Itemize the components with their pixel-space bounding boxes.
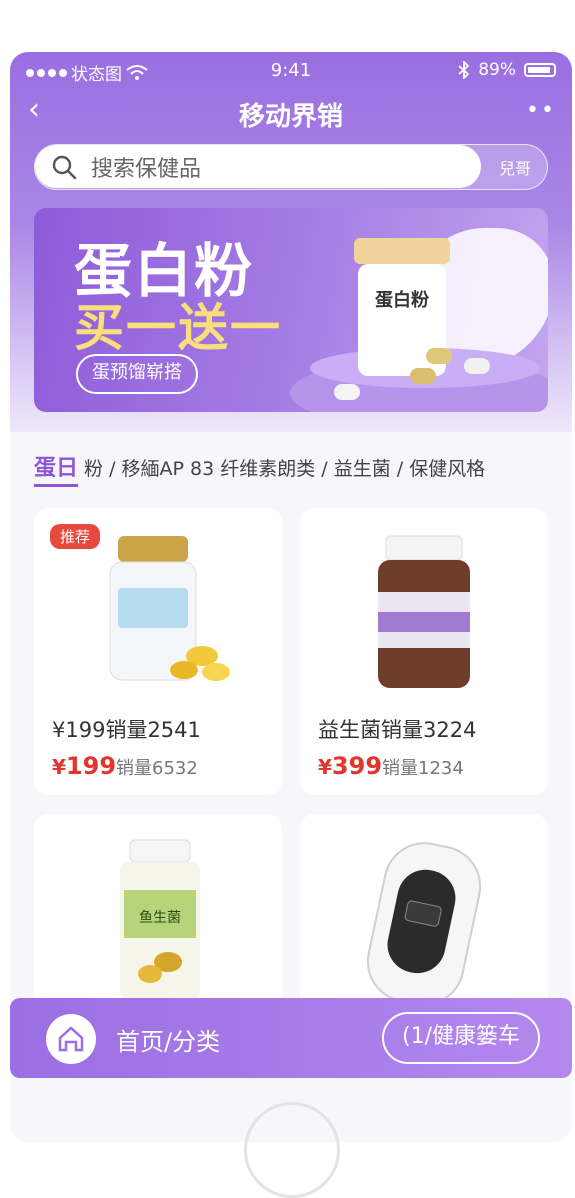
capsule-icon: [464, 358, 490, 374]
search-icon: [52, 155, 77, 179]
search-placeholder: 搜索保健品: [91, 156, 202, 182]
more-icon[interactable]: ••: [526, 98, 556, 123]
header: 状态图 9:41 89% ‹ 移动界销 •• 搜索保健品 兒哥 蛋白粉 买一送一…: [10, 52, 572, 432]
currency-symbol: ¥: [52, 755, 66, 779]
tab-others[interactable]: 粉 / 移緬AP 83 纤维素朗类 / 益生菌 / 保健风格: [78, 458, 485, 480]
navbar: ‹ 移动界销 ••: [10, 88, 572, 134]
recommend-badge: 推荐: [50, 524, 101, 549]
product-price: ¥399销量1234: [318, 752, 464, 780]
bluetooth-icon: [458, 61, 470, 79]
banner-button[interactable]: 蛋预馏崭搭: [76, 354, 198, 394]
cart-button[interactable]: (1/健康篓车: [382, 1012, 540, 1064]
price-value: 199: [65, 752, 117, 780]
search-button[interactable]: 兒哥: [499, 155, 531, 179]
home-icon[interactable]: [46, 1014, 96, 1064]
currency-symbol: ¥: [318, 755, 332, 779]
search-input[interactable]: 搜索保健品: [35, 145, 481, 188]
fish-oil-bottle-image: 鱼生菌: [120, 839, 200, 1002]
sales-count: 销量1234: [382, 758, 464, 779]
search-bar[interactable]: 搜索保健品 兒哥: [34, 144, 548, 190]
capsule-icon: [334, 384, 360, 400]
status-right: 89%: [458, 60, 556, 80]
probiotic-bottle-image: [378, 535, 470, 688]
product-name: ¥199销量2541: [52, 718, 201, 742]
product-card[interactable]: 益生菌销量3224 ¥399销量1234: [300, 508, 548, 795]
product-card[interactable]: 推荐 ¥199销量2541 ¥199销量6532: [34, 508, 282, 795]
app-screen: 状态图 9:41 89% ‹ 移动界销 •• 搜索保健品 兒哥 蛋白粉 买一送一…: [10, 52, 572, 1142]
svg-text:鱼生菌: 鱼生菌: [139, 909, 181, 926]
price-value: 399: [331, 752, 383, 780]
jar-label: 蛋白粉: [375, 290, 429, 311]
supplement-bottle-image: [109, 536, 230, 681]
banner-subtitle: 买一送一: [74, 299, 282, 357]
sales-count: 销量6532: [116, 758, 198, 779]
promo-banner[interactable]: 蛋白粉 买一送一 蛋预馏崭搭 蛋白粉: [34, 208, 548, 412]
bottom-bar: 首页/分类 (1/健康篓车: [10, 998, 572, 1078]
product-price: ¥199销量6532: [52, 752, 198, 780]
status-bar: 状态图 9:41 89%: [10, 52, 572, 88]
device-image: [366, 842, 482, 1004]
product-name: 益生菌销量3224: [318, 718, 477, 742]
jar-lid: [354, 238, 450, 264]
battery-icon: [524, 63, 556, 77]
capsule-icon: [410, 368, 436, 384]
home-indicator[interactable]: [244, 1102, 340, 1198]
battery-percent: 89%: [478, 60, 516, 80]
home-category-label[interactable]: 首页/分类: [116, 1022, 220, 1057]
capsule-icon: [426, 348, 452, 364]
page-title: 移动界销: [238, 102, 343, 132]
tab-protein[interactable]: 蛋日: [34, 450, 79, 487]
category-tabs: 蛋日 粉 / 移緬AP 83 纤维素朗类 / 益生菌 / 保健风格: [34, 450, 572, 490]
